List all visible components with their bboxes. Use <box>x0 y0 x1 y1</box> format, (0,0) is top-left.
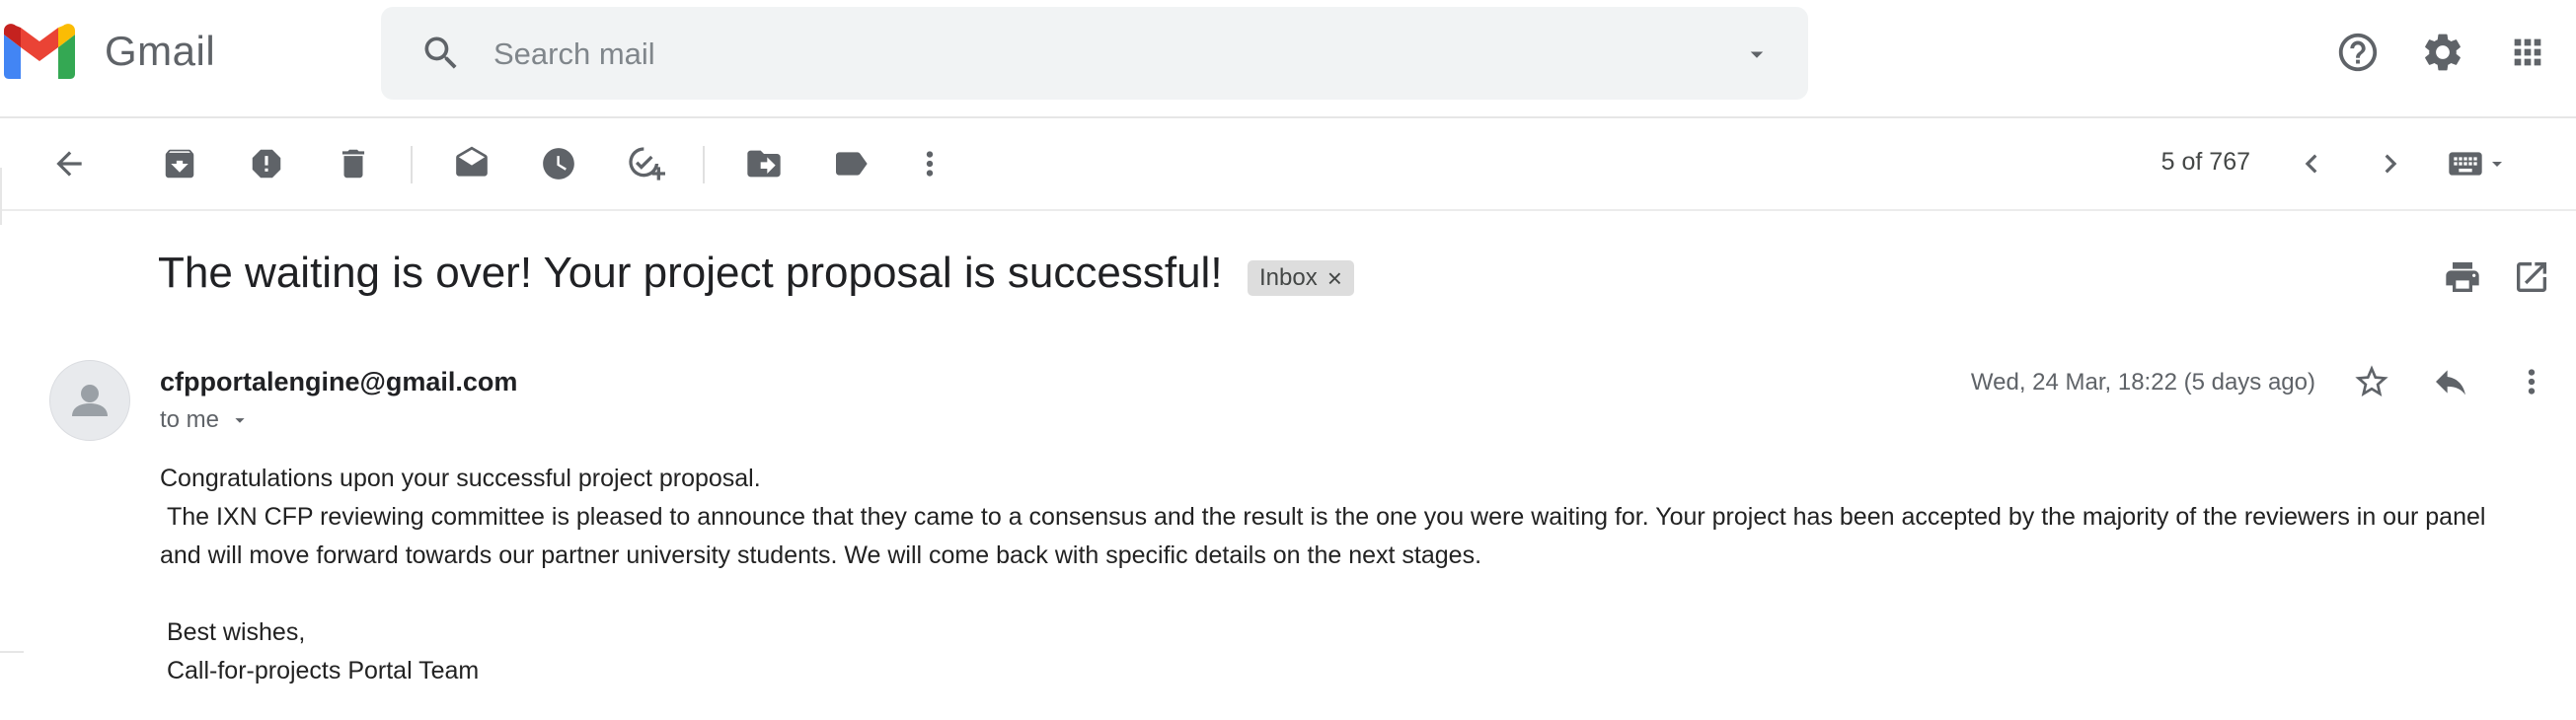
help-icon[interactable] <box>2333 28 2383 77</box>
body-paragraph: The IXN CFP reviewing committee is pleas… <box>160 503 2493 569</box>
open-in-new-window-icon[interactable] <box>2507 252 2556 302</box>
search-options-icon[interactable] <box>1737 35 1777 74</box>
pager-count: 5 of 767 <box>2160 148 2250 176</box>
star-icon[interactable] <box>2347 357 2396 406</box>
inbox-label-chip[interactable]: Inbox × <box>1248 260 1354 296</box>
apps-icon[interactable] <box>2503 28 2552 77</box>
message-date: Wed, 24 Mar, 18:22 (5 days ago) <box>1970 369 2315 396</box>
toolbar-divider <box>703 146 705 183</box>
remove-label-icon[interactable]: × <box>1327 263 1342 294</box>
body-paragraph: Call-for-projects Portal Team <box>160 657 480 684</box>
app-header: Gmail <box>0 0 2576 118</box>
body-paragraph: ​ <box>160 575 2529 613</box>
older-chevron-right-icon[interactable] <box>2365 138 2416 189</box>
left-edge-divider <box>0 651 24 659</box>
sender-email[interactable]: cfpportalengine@gmail.com <box>160 367 517 397</box>
search-icon[interactable] <box>417 27 466 80</box>
recipient-details-toggle[interactable]: to me <box>160 406 251 434</box>
recipient-text: to me <box>160 406 220 433</box>
gmail-logo[interactable] <box>4 24 75 79</box>
back-arrow-icon[interactable] <box>43 138 95 189</box>
gmail-wordmark[interactable]: Gmail <box>105 28 215 75</box>
message-toolbar: 5 of 767 <box>0 118 2576 211</box>
body-paragraph: Best wishes, <box>160 618 306 646</box>
reply-icon[interactable] <box>2426 357 2475 406</box>
snooze-clock-icon[interactable] <box>533 138 584 189</box>
body-paragraph: Congratulations upon your successful pro… <box>160 465 761 492</box>
print-icon[interactable] <box>2438 252 2487 302</box>
sender-avatar-icon[interactable] <box>49 360 130 441</box>
add-to-tasks-icon[interactable] <box>620 138 671 189</box>
search-input[interactable] <box>492 23 1630 86</box>
mark-unread-icon[interactable] <box>446 138 497 189</box>
report-spam-icon[interactable] <box>241 138 292 189</box>
message-more-vert-icon[interactable] <box>2507 357 2556 406</box>
email-subject: The waiting is over! Your project propos… <box>158 249 1223 297</box>
move-to-icon[interactable] <box>738 138 790 189</box>
archive-icon[interactable] <box>154 138 205 189</box>
delete-icon[interactable] <box>328 138 379 189</box>
more-vert-icon[interactable] <box>904 138 955 189</box>
search-bar[interactable] <box>381 7 1808 100</box>
newer-chevron-left-icon[interactable] <box>2286 138 2337 189</box>
recipient-dropdown-icon[interactable] <box>229 409 251 431</box>
left-edge-divider <box>0 168 12 225</box>
toolbar-divider <box>411 146 413 183</box>
inbox-label-text: Inbox <box>1259 264 1318 291</box>
input-tools-keyboard-icon[interactable] <box>2436 138 2519 189</box>
label-icon[interactable] <box>825 138 876 189</box>
settings-icon[interactable] <box>2418 28 2467 77</box>
message-body: Congratulations upon your successful pro… <box>160 460 2529 690</box>
